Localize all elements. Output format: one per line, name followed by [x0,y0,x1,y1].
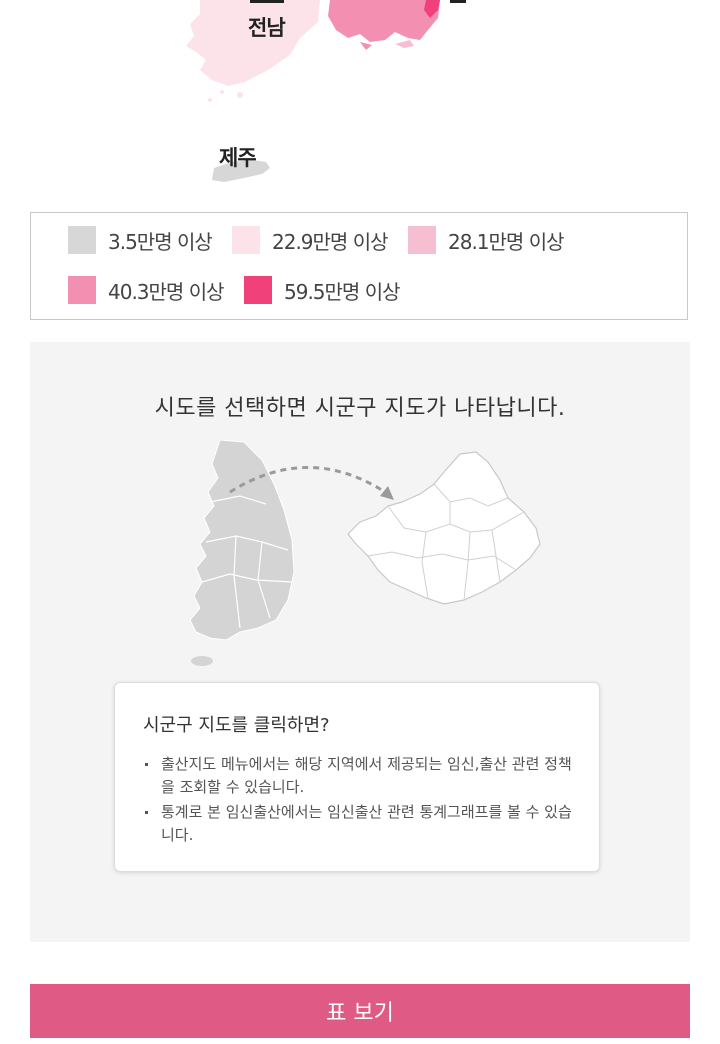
legend-item: 3.5만명 이상 [68,225,213,255]
tip-title: 시군구 지도를 클릭하면? [143,715,330,736]
legend: 3.5만명 이상 22.9만명 이상 28.1만명 이상 40.3만명 이상 5… [30,212,688,320]
tip-item: 통계로 본 임신출산에서는 임신출산 관련 통계그래프를 볼 수 있습니다. [143,801,583,847]
label-jeonnam: 전남 [248,16,286,40]
legend-label: 22.9만명 이상 [272,229,388,254]
legend-swatch [408,226,436,254]
legend-swatch [68,226,96,254]
korea-to-seoul-illustration [189,439,541,666]
legend-item: 40.3만명 이상 [68,275,224,305]
table-view-button[interactable]: 표 보기 [30,984,690,1038]
legend-item: 59.5만명 이상 [244,275,400,305]
legend-swatch [68,276,96,304]
panel-heading: 시도를 선택하면 시군구 지도가 나타납니다. [154,396,566,421]
tip-list: 출산지도 메뉴에서는 해당 지역에서 제공되는 임신,출산 관련 정책을 조회할… [143,753,583,849]
legend-label: 59.5만명 이상 [284,279,400,304]
region-gyeongnam[interactable] [328,0,440,42]
legend-swatch [244,276,272,304]
legend-label: 40.3만명 이상 [108,279,224,304]
legend-swatch [232,226,260,254]
tip-card: 시군구 지도를 클릭하면? 출산지도 메뉴에서는 해당 지역에서 제공되는 임신… [114,682,600,872]
map-shapes [186,0,466,182]
legend-item: 22.9만명 이상 [232,225,388,255]
korea-map-icon [189,439,295,666]
legend-label: 28.1만명 이상 [448,229,564,254]
label-jeju: 제주 [219,146,257,170]
seoul-map-icon [347,451,541,605]
info-panel: 시도를 선택하면 시군구 지도가 나타납니다. 시군구 지도를 클릭하면? 출산… [30,342,690,942]
legend-item: 28.1만명 이상 [408,225,564,255]
tip-item: 출산지도 메뉴에서는 해당 지역에서 제공되는 임신,출산 관련 정책을 조회할… [143,753,583,799]
illustration [30,432,690,672]
region-map: 전남 제주 [0,0,720,200]
legend-label: 3.5만명 이상 [108,229,213,254]
